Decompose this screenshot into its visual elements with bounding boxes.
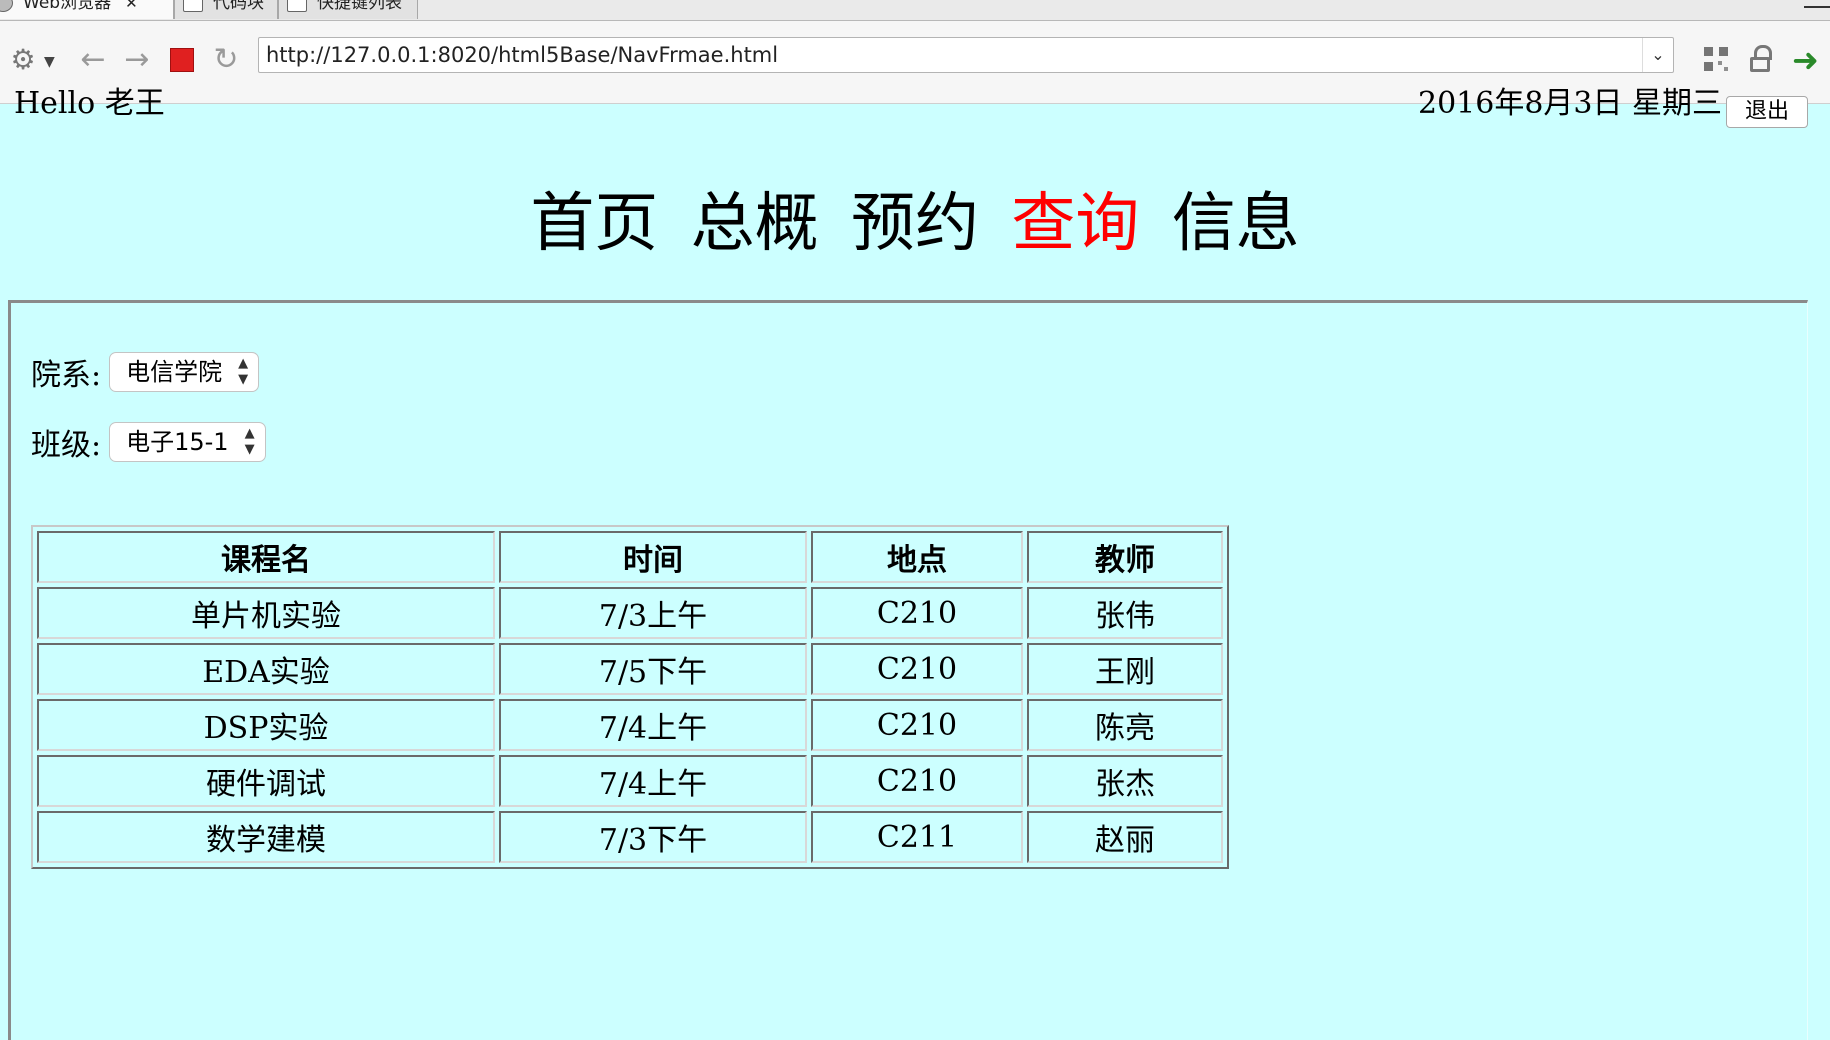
content-frame: 院系: 电信学院 ▲ ▼ 班级: 电子15-1 ▲ ▼ 课程名 时间 地点 教师… <box>8 300 1808 1040</box>
department-value: 电信学院 <box>126 358 223 386</box>
class-value: 电子15-1 <box>126 428 229 456</box>
select-arrows-icon: ▲ ▼ <box>244 426 255 457</box>
department-label: 院系: <box>31 358 102 393</box>
cell-teacher: 王刚 <box>1027 643 1223 695</box>
globe-icon <box>0 0 13 12</box>
header-course: 课程名 <box>37 531 495 583</box>
course-table: 课程名 时间 地点 教师 单片机实验 7/3上午 C210 张伟 EDA实验 7… <box>31 525 1229 869</box>
cell-teacher: 张杰 <box>1027 755 1223 807</box>
cell-course: 单片机实验 <box>37 587 495 639</box>
cell-course: 硬件调试 <box>37 755 495 807</box>
table-row: EDA实验 7/5下午 C210 王刚 <box>37 643 1223 695</box>
nav-item-home[interactable]: 首页 <box>530 187 658 261</box>
cell-course: DSP实验 <box>37 699 495 751</box>
header-location: 地点 <box>811 531 1023 583</box>
qr-code-icon[interactable] <box>1704 47 1728 71</box>
forward-arrow-icon[interactable]: → <box>122 43 152 77</box>
cell-teacher: 赵丽 <box>1027 811 1223 863</box>
lock-icon[interactable] <box>1750 45 1774 73</box>
class-label: 班级: <box>31 428 102 463</box>
greeting: Hello 老王 <box>14 86 165 121</box>
page-content: Hello 老王 2016年8月3日 星期三 退出 首页 总概 预约 查询 信息… <box>0 86 1830 1040</box>
cell-location: C210 <box>811 587 1023 639</box>
dropdown-chevron-icon[interactable]: ⌄ <box>1642 38 1673 72</box>
class-select[interactable]: 电子15-1 ▲ ▼ <box>109 422 266 462</box>
cell-teacher: 张伟 <box>1027 587 1223 639</box>
department-filter: 院系: 电信学院 ▲ ▼ <box>31 351 260 393</box>
table-row: 单片机实验 7/3上午 C210 张伟 <box>37 587 1223 639</box>
nav-item-reservation[interactable]: 预约 <box>851 187 979 261</box>
main-nav: 首页 总概 预约 查询 信息 <box>0 184 1830 264</box>
cell-location: C210 <box>811 755 1023 807</box>
cell-time: 7/3下午 <box>499 811 807 863</box>
caret-down-icon[interactable]: ▼ <box>44 45 55 79</box>
logout-button[interactable]: 退出 <box>1726 96 1808 128</box>
tab-bar: Web浏览器 ✕ 代码块 快捷键列表 <box>0 0 1830 21</box>
cell-course: EDA实验 <box>37 643 495 695</box>
reload-icon[interactable]: ↻ <box>210 43 242 77</box>
header-teacher: 教师 <box>1027 531 1223 583</box>
go-arrow-icon[interactable]: ➜ <box>1792 41 1819 79</box>
cell-time: 7/4上午 <box>499 699 807 751</box>
table-row: 硬件调试 7/4上午 C210 张杰 <box>37 755 1223 807</box>
tab-code-snippets[interactable]: 代码块 <box>174 0 278 19</box>
tab-label: 快捷键列表 <box>317 0 402 13</box>
class-filter: 班级: 电子15-1 ▲ ▼ <box>31 421 266 463</box>
header-time: 时间 <box>499 531 807 583</box>
nav-item-info[interactable]: 信息 <box>1172 187 1300 261</box>
tab-label: Web浏览器 <box>23 0 112 13</box>
nav-item-overview[interactable]: 总概 <box>691 187 819 261</box>
document-icon <box>183 0 203 12</box>
address-bar[interactable]: http://127.0.0.1:8020/html5Base/NavFrmae… <box>258 37 1674 73</box>
cell-location: C211 <box>811 811 1023 863</box>
tab-label: 代码块 <box>213 0 264 13</box>
tab-shortcut-list[interactable]: 快捷键列表 <box>278 0 418 19</box>
nav-item-query[interactable]: 查询 <box>1011 187 1139 261</box>
cell-location: C210 <box>811 699 1023 751</box>
cell-course: 数学建模 <box>37 811 495 863</box>
cell-time: 7/3上午 <box>499 587 807 639</box>
cell-location: C210 <box>811 643 1023 695</box>
stop-icon[interactable] <box>170 48 194 72</box>
select-arrows-icon: ▲ ▼ <box>238 356 249 387</box>
cell-time: 7/5下午 <box>499 643 807 695</box>
gear-icon[interactable]: ⚙ <box>8 43 38 77</box>
close-icon[interactable]: ✕ <box>125 0 138 12</box>
cell-teacher: 陈亮 <box>1027 699 1223 751</box>
table-row: DSP实验 7/4上午 C210 陈亮 <box>37 699 1223 751</box>
cell-time: 7/4上午 <box>499 755 807 807</box>
table-row: 数学建模 7/3下午 C211 赵丽 <box>37 811 1223 863</box>
url-text: http://127.0.0.1:8020/html5Base/NavFrmae… <box>266 43 779 67</box>
department-select[interactable]: 电信学院 ▲ ▼ <box>109 352 260 392</box>
table-header-row: 课程名 时间 地点 教师 <box>37 531 1223 583</box>
tab-web-browser[interactable]: Web浏览器 ✕ <box>0 0 174 19</box>
back-arrow-icon[interactable]: ← <box>78 43 108 77</box>
current-date: 2016年8月3日 星期三 <box>1418 86 1723 121</box>
keyboard-icon <box>287 0 307 12</box>
window-control-icon[interactable] <box>1804 0 1830 8</box>
